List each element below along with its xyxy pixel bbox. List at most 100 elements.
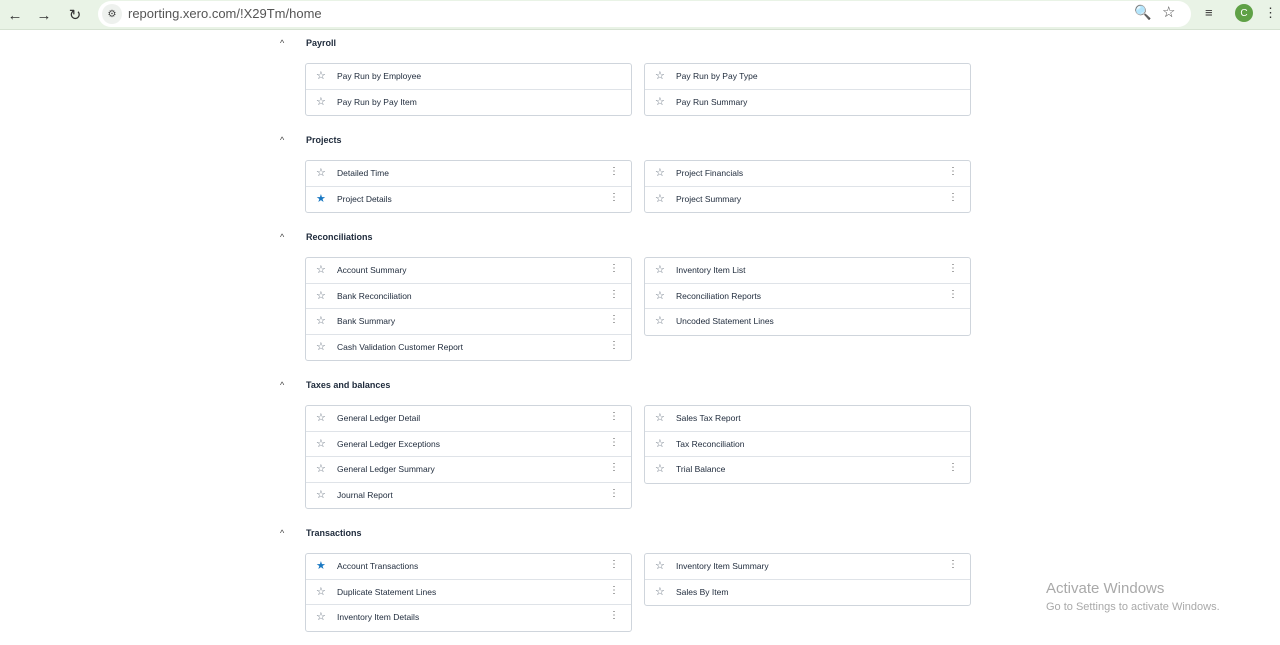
star-filled-icon[interactable]: ★ [316, 560, 326, 572]
bookmark-star-icon[interactable]: ☆ [1162, 3, 1175, 21]
report-row[interactable]: ☆ General Ledger Summary ⋮ [306, 457, 631, 483]
report-row[interactable]: ☆ Bank Reconciliation ⋮ [306, 284, 631, 309]
chevron-up-icon[interactable]: ^ [280, 380, 292, 390]
zoom-icon[interactable]: 🔍 [1134, 4, 1151, 21]
star-outline-icon[interactable]: ☆ [655, 438, 665, 450]
star-outline-icon[interactable]: ☆ [655, 70, 665, 82]
report-row[interactable]: ☆ General Ledger Exceptions ⋮ [306, 432, 631, 457]
report-link[interactable]: Pay Run by Pay Type [676, 71, 758, 81]
star-outline-icon[interactable]: ☆ [655, 167, 665, 179]
report-link[interactable]: Account Summary [337, 265, 406, 275]
report-link[interactable]: Cash Validation Customer Report [337, 342, 463, 352]
media-control-icon[interactable]: ≡ [1205, 5, 1213, 20]
report-row[interactable]: ☆ Inventory Item List ⋮ [645, 258, 970, 284]
more-options-icon[interactable]: ⋮ [948, 289, 958, 301]
report-row[interactable]: ★ Account Transactions ⋮ [306, 554, 631, 580]
report-row[interactable]: ☆ Pay Run Summary [645, 90, 970, 116]
star-outline-icon[interactable]: ☆ [316, 611, 326, 623]
star-outline-icon[interactable]: ☆ [316, 412, 326, 424]
more-options-icon[interactable]: ⋮ [609, 263, 619, 275]
report-link[interactable]: Project Summary [676, 194, 741, 204]
report-row[interactable]: ☆ Inventory Item Details ⋮ [306, 605, 631, 631]
star-outline-icon[interactable]: ☆ [655, 315, 665, 327]
more-options-icon[interactable]: ⋮ [948, 559, 958, 571]
report-link[interactable]: Sales Tax Report [676, 413, 741, 423]
report-link[interactable]: General Ledger Summary [337, 464, 435, 474]
star-outline-icon[interactable]: ☆ [655, 412, 665, 424]
report-link[interactable]: Project Financials [676, 168, 743, 178]
report-link[interactable]: Inventory Item Details [337, 612, 419, 622]
report-link[interactable]: Reconciliation Reports [676, 291, 761, 301]
more-options-icon[interactable]: ⋮ [948, 192, 958, 204]
star-outline-icon[interactable]: ☆ [316, 438, 326, 450]
star-outline-icon[interactable]: ☆ [655, 264, 665, 276]
more-options-icon[interactable]: ⋮ [609, 192, 619, 204]
star-outline-icon[interactable]: ☆ [316, 463, 326, 475]
report-row[interactable]: ☆ Pay Run by Pay Type [645, 64, 970, 90]
back-icon[interactable]: ← [4, 4, 26, 26]
reload-icon[interactable]: ↻ [64, 4, 86, 26]
more-options-icon[interactable]: ⋮ [609, 411, 619, 423]
more-options-icon[interactable]: ⋮ [609, 462, 619, 474]
report-link[interactable]: General Ledger Detail [337, 413, 420, 423]
url-text[interactable]: reporting.xero.com/!X29Tm/home [128, 6, 322, 21]
star-outline-icon[interactable]: ☆ [655, 96, 665, 108]
report-row[interactable]: ☆ Inventory Item Summary ⋮ [645, 554, 970, 580]
report-row[interactable]: ☆ Detailed Time ⋮ [306, 161, 631, 187]
star-outline-icon[interactable]: ☆ [655, 290, 665, 302]
star-outline-icon[interactable]: ☆ [655, 586, 665, 598]
report-link[interactable]: Project Details [337, 194, 392, 204]
more-options-icon[interactable]: ⋮ [609, 610, 619, 622]
profile-avatar[interactable]: C [1235, 4, 1253, 22]
star-outline-icon[interactable]: ☆ [316, 586, 326, 598]
star-outline-icon[interactable]: ☆ [316, 167, 326, 179]
report-row[interactable]: ☆ General Ledger Detail ⋮ [306, 406, 631, 432]
report-row[interactable]: ☆ Tax Reconciliation [645, 432, 970, 457]
report-link[interactable]: Sales By Item [676, 587, 728, 597]
report-link[interactable]: General Ledger Exceptions [337, 439, 440, 449]
more-options-icon[interactable]: ⋮ [609, 166, 619, 178]
more-options-icon[interactable]: ⋮ [609, 437, 619, 449]
report-link[interactable]: Pay Run by Employee [337, 71, 421, 81]
report-row[interactable]: ☆ Reconciliation Reports ⋮ [645, 284, 970, 309]
report-row[interactable]: ★ Project Details ⋮ [306, 187, 631, 213]
report-row[interactable]: ☆ Sales Tax Report [645, 406, 970, 432]
more-options-icon[interactable]: ⋮ [948, 462, 958, 474]
star-outline-icon[interactable]: ☆ [316, 96, 326, 108]
report-link[interactable]: Pay Run by Pay Item [337, 97, 417, 107]
star-outline-icon[interactable]: ☆ [655, 560, 665, 572]
chevron-up-icon[interactable]: ^ [280, 38, 292, 48]
report-link[interactable]: Uncoded Statement Lines [676, 316, 774, 326]
report-row[interactable]: ☆ Account Summary ⋮ [306, 258, 631, 284]
report-link[interactable]: Account Transactions [337, 561, 418, 571]
report-row[interactable]: ☆ Uncoded Statement Lines [645, 309, 970, 335]
star-outline-icon[interactable]: ☆ [316, 70, 326, 82]
more-options-icon[interactable]: ⋮ [609, 488, 619, 500]
star-outline-icon[interactable]: ☆ [316, 315, 326, 327]
report-row[interactable]: ☆ Journal Report ⋮ [306, 483, 631, 509]
report-row[interactable]: ☆ Cash Validation Customer Report ⋮ [306, 335, 631, 361]
site-info-icon[interactable]: ⚙ [102, 4, 122, 24]
star-outline-icon[interactable]: ☆ [316, 290, 326, 302]
report-link[interactable]: Inventory Item Summary [676, 561, 769, 571]
more-options-icon[interactable]: ⋮ [609, 585, 619, 597]
report-link[interactable]: Detailed Time [337, 168, 389, 178]
chevron-up-icon[interactable]: ^ [280, 232, 292, 242]
star-outline-icon[interactable]: ☆ [316, 489, 326, 501]
report-row[interactable]: ☆ Pay Run by Employee [306, 64, 631, 90]
report-link[interactable]: Pay Run Summary [676, 97, 747, 107]
star-outline-icon[interactable]: ☆ [316, 341, 326, 353]
report-link[interactable]: Duplicate Statement Lines [337, 587, 436, 597]
report-row[interactable]: ☆ Duplicate Statement Lines ⋮ [306, 580, 631, 605]
report-link[interactable]: Journal Report [337, 490, 393, 500]
star-outline-icon[interactable]: ☆ [316, 264, 326, 276]
address-bar[interactable]: ⚙ reporting.xero.com/!X29Tm/home 🔍 ☆ [98, 1, 1191, 27]
more-options-icon[interactable]: ⋮ [609, 289, 619, 301]
star-filled-icon[interactable]: ★ [316, 193, 326, 205]
forward-icon[interactable]: → [33, 4, 55, 26]
more-options-icon[interactable]: ⋮ [609, 340, 619, 352]
report-row[interactable]: ☆ Sales By Item [645, 580, 970, 606]
report-row[interactable]: ☆ Project Summary ⋮ [645, 187, 970, 213]
star-outline-icon[interactable]: ☆ [655, 463, 665, 475]
report-link[interactable]: Bank Summary [337, 316, 395, 326]
